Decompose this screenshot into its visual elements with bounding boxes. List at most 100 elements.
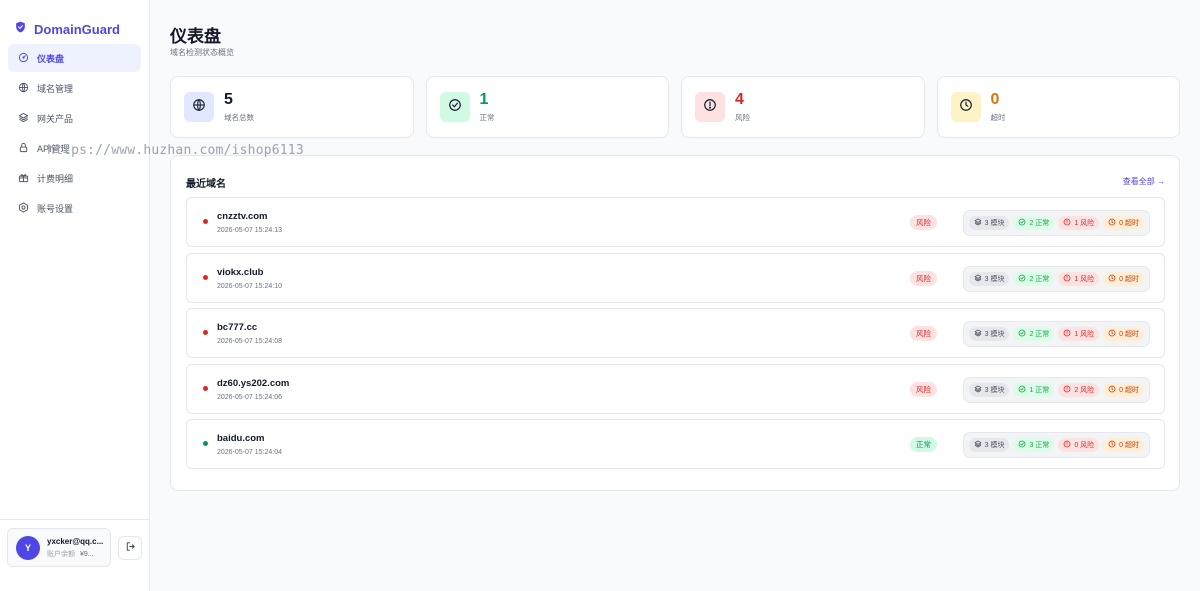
domain-row[interactable]: baidu.com 2026-05-07 15:24:04 正常 3 模块 3 正常 0 … <box>186 419 1165 469</box>
status-badge: 风险 <box>910 270 937 286</box>
check-circle-icon <box>1018 329 1026 339</box>
risk-pill: 1 风险 <box>1058 216 1100 230</box>
check-circle-icon <box>1018 440 1026 450</box>
risk-pill: 2 风险 <box>1058 382 1100 397</box>
stat-label: 风险 <box>735 113 750 122</box>
domain-row[interactable]: viokx.club 2026-05-07 15:24:10 风险 3 模块 2 正常 1… <box>186 252 1165 303</box>
sidebar-item-gateway[interactable]: 网关产品 <box>8 104 141 132</box>
sidebar-nav: 仪表盘 域名管理 网关产品 API管理 计费明细 账号设置 <box>0 44 149 222</box>
layers-icon <box>974 329 982 339</box>
module-summary: 3 模块 2 正常 1 风险 0 超时 <box>962 321 1150 347</box>
timeout-count: 0 超时 <box>1119 442 1139 449</box>
check-circle-icon <box>448 98 462 117</box>
sidebar-item-label: 仪表盘 <box>37 53 65 64</box>
sidebar: DomainGuard 仪表盘 域名管理 网关产品 API管理 计费明细 账号设… <box>0 0 150 591</box>
watermark: https://www.huzhan.com/ishop6113 <box>47 143 304 158</box>
sidebar-item-billing[interactable]: 计费明细 <box>8 164 141 192</box>
modules-count: 3 模块 <box>984 220 1005 227</box>
clock-icon <box>1108 329 1116 339</box>
sidebar-item-label: 网关产品 <box>37 113 74 124</box>
alert-circle-icon <box>1063 385 1071 395</box>
stat-card-total: 5 域名总数 <box>170 76 414 138</box>
stat-icon-box <box>950 92 981 122</box>
domain-row[interactable]: bc777.cc 2026-05-07 15:24:08 风险 3 模块 2 正常 1 风… <box>186 308 1165 358</box>
modules-count: 3 模块 <box>984 386 1005 394</box>
balance-value: ¥9... <box>80 550 94 558</box>
domain-name: baidu.com <box>217 433 265 444</box>
clock-icon <box>1108 274 1116 284</box>
sidebar-item-label: 计费明细 <box>37 173 74 184</box>
clock-icon <box>1108 218 1116 228</box>
normal-pill: 2 正常 <box>1013 327 1055 341</box>
modules-count: 3 模块 <box>984 275 1005 283</box>
alert-circle-icon <box>1063 218 1071 228</box>
normal-pill: 2 正常 <box>1013 216 1055 230</box>
brand[interactable]: DomainGuard <box>0 0 149 44</box>
alert-circle-icon <box>1063 329 1071 339</box>
stat-value: 4 <box>735 91 744 108</box>
domain-row[interactable]: dz60.ys202.com 2026-05-07 15:24:06 风险 3 模块 1… <box>186 363 1165 414</box>
layers-icon <box>18 112 29 125</box>
layers-icon <box>974 385 982 395</box>
brand-name: DomainGuard <box>34 21 120 37</box>
user-card[interactable]: Y yxcker@qq.c... 账户余额 ¥9... <box>7 528 111 567</box>
module-summary: 3 模块 1 正常 2 风险 0 超时 <box>962 376 1150 403</box>
sidebar-item-dashboard[interactable]: 仪表盘 <box>8 44 141 72</box>
stat-label: 超时 <box>990 113 1006 122</box>
timeout-pill: 0 超时 <box>1103 327 1144 341</box>
sidebar-item-label: 账号设置 <box>37 203 74 214</box>
dashboard-icon <box>18 52 29 65</box>
timeout-count: 0 超时 <box>1119 386 1139 394</box>
logout-button[interactable] <box>118 536 142 560</box>
status-badge: 风险 <box>910 215 937 230</box>
status-dot <box>203 385 208 391</box>
recent-domains-panel: 最近域名 查看全部 → cnzztv.com 2026-05-07 15:24:1… <box>170 155 1180 491</box>
risk-pill: 0 风险 <box>1058 438 1100 452</box>
stat-value: 5 <box>224 91 233 108</box>
timeout-count: 0 超时 <box>1119 220 1139 227</box>
domain-name: viokx.club <box>217 266 264 278</box>
globe-icon <box>192 98 206 117</box>
modules-count: 3 模块 <box>984 331 1005 338</box>
globe-icon <box>18 82 29 95</box>
check-circle-icon <box>1018 274 1026 284</box>
risk-count: 1 风险 <box>1074 331 1095 338</box>
normal-count: 2 正常 <box>1029 275 1050 283</box>
status-badge: 正常 <box>910 437 937 452</box>
domain-time: 2026-05-07 15:24:06 <box>217 393 282 401</box>
module-summary: 3 模块 2 正常 1 风险 0 超时 <box>962 210 1150 236</box>
stat-icon-box <box>184 92 214 122</box>
stat-card-normal: 1 正常 <box>425 76 669 138</box>
normal-pill: 2 正常 <box>1013 271 1055 286</box>
check-circle-icon <box>1018 385 1026 395</box>
stat-value: 0 <box>990 91 1000 108</box>
page-title: 仪表盘 <box>170 27 221 46</box>
stat-card-timeout: 0 超时 <box>936 76 1180 138</box>
user-info: yxcker@qq.c... 账户余额 ¥9... <box>47 537 103 559</box>
clock-icon <box>959 98 973 117</box>
risk-count: 0 风险 <box>1074 442 1095 449</box>
sidebar-footer: Y yxcker@qq.c... 账户余额 ¥9... <box>0 519 149 591</box>
stat-label: 域名总数 <box>224 113 254 122</box>
normal-count: 3 正常 <box>1029 442 1050 449</box>
modules-pill: 3 模块 <box>968 327 1010 341</box>
domain-time: 2026-05-07 15:24:10 <box>217 282 282 290</box>
timeout-count: 0 超时 <box>1119 331 1139 338</box>
balance-label: 账户余额 <box>47 550 75 558</box>
timeout-pill: 0 超时 <box>1103 216 1144 230</box>
view-all-link[interactable]: 查看全部 → <box>1123 176 1165 187</box>
module-summary: 3 模块 2 正常 1 风险 0 超时 <box>962 265 1150 292</box>
risk-pill: 1 风险 <box>1058 327 1100 341</box>
normal-pill: 3 正常 <box>1013 438 1055 452</box>
clock-icon <box>1108 385 1116 395</box>
user-email: yxcker@qq.c... <box>47 536 104 546</box>
domain-row[interactable]: cnzztv.com 2026-05-07 15:24:13 风险 3 模块 2 正常 1… <box>186 197 1165 247</box>
sidebar-item-settings[interactable]: 账号设置 <box>8 194 141 222</box>
normal-count: 1 正常 <box>1029 386 1050 394</box>
risk-pill: 1 风险 <box>1058 271 1100 286</box>
gear-icon <box>18 201 29 215</box>
timeout-count: 0 超时 <box>1119 275 1139 283</box>
modules-pill: 3 模块 <box>968 438 1010 452</box>
status-dot <box>203 274 208 280</box>
sidebar-item-domains[interactable]: 域名管理 <box>8 74 141 102</box>
